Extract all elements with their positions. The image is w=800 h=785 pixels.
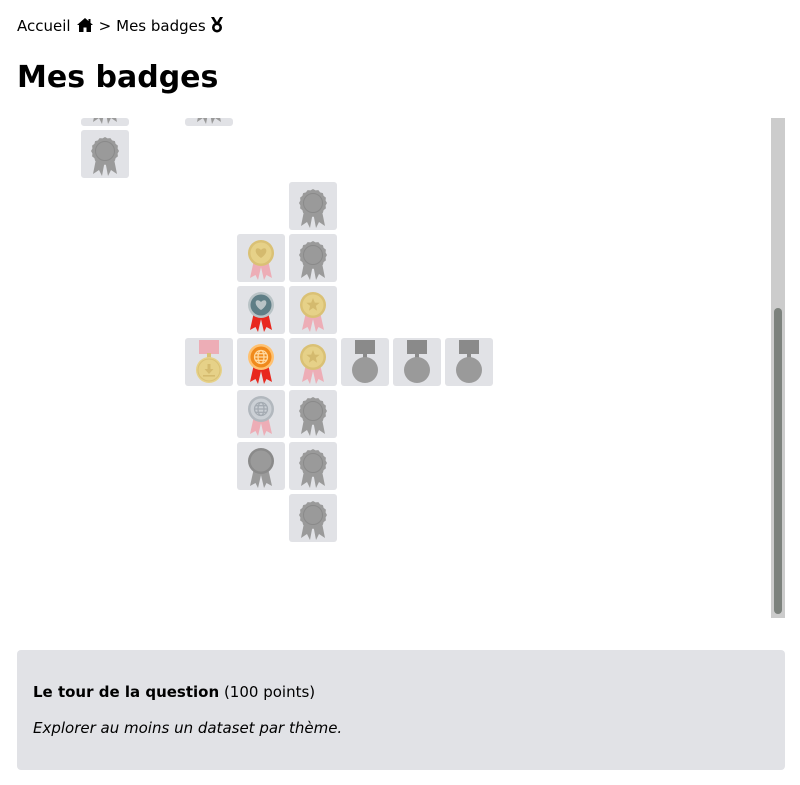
badge-tile[interactable] xyxy=(289,494,337,542)
breadcrumb: Accueil > Mes badges xyxy=(17,14,224,38)
badge-tile[interactable] xyxy=(237,234,285,282)
page-title: Mes badges xyxy=(17,60,219,95)
badge-icon xyxy=(248,240,274,280)
badge-grid[interactable] xyxy=(17,118,785,618)
badge-tile[interactable] xyxy=(185,118,233,126)
badge-icon xyxy=(93,118,117,124)
badge-detail-name: Le tour de la question xyxy=(33,683,220,701)
badge-tile[interactable] xyxy=(289,234,337,282)
badge-tile[interactable] xyxy=(81,130,129,178)
badge-icon xyxy=(299,397,327,436)
breadcrumb-separator: > xyxy=(98,17,112,35)
badge-tile[interactable] xyxy=(237,390,285,438)
badge-icon xyxy=(299,449,327,488)
badge-icon xyxy=(248,396,274,436)
badge-icon xyxy=(91,137,119,176)
badge-tile[interactable] xyxy=(341,338,389,386)
badge-icon xyxy=(197,118,221,124)
badge-tile[interactable] xyxy=(81,118,129,126)
badge-detail-description: Explorer au moins un dataset par thème. xyxy=(33,719,343,737)
medal-icon xyxy=(210,17,223,33)
badge-detail-panel: Le tour de la question (100 points) Expl… xyxy=(17,650,785,770)
badge-tile[interactable] xyxy=(185,338,233,386)
scrollbar[interactable] xyxy=(771,118,785,618)
medal-icon xyxy=(404,340,430,383)
breadcrumb-home-link[interactable]: Accueil xyxy=(17,14,71,38)
badge-tile[interactable] xyxy=(289,338,337,386)
badge-tile[interactable] xyxy=(289,390,337,438)
badge-icon xyxy=(299,501,327,540)
breadcrumb-home-label: Accueil xyxy=(17,17,71,35)
badge-icon xyxy=(300,344,326,384)
badge-tile[interactable] xyxy=(237,442,285,490)
scrollbar-thumb[interactable] xyxy=(774,308,782,614)
badge-tile[interactable] xyxy=(393,338,441,386)
badge-icon xyxy=(299,189,327,228)
badge-tile[interactable] xyxy=(289,442,337,490)
badge-icon xyxy=(300,292,326,332)
badge-tile[interactable] xyxy=(289,286,337,334)
badge-detail-heading: Le tour de la question (100 points) xyxy=(33,682,769,702)
medal-icon xyxy=(456,340,482,383)
breadcrumb-current: Mes badges xyxy=(116,17,206,35)
badge-icon xyxy=(248,292,274,332)
badge-detail-points: (100 points) xyxy=(223,683,316,701)
home-icon[interactable] xyxy=(76,17,94,33)
badge-tile[interactable] xyxy=(445,338,493,386)
badge-tile[interactable] xyxy=(237,286,285,334)
medal-icon xyxy=(352,340,378,383)
badge-icon xyxy=(248,448,274,488)
badge-icon xyxy=(248,344,274,384)
medal-icon xyxy=(196,340,222,383)
badge-icon xyxy=(299,241,327,280)
badge-tile[interactable] xyxy=(237,338,285,386)
badge-tile[interactable] xyxy=(289,182,337,230)
